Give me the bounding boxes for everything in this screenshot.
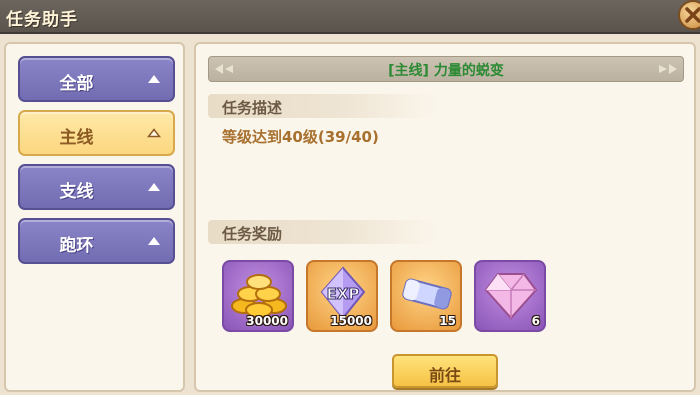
quest-detail-panel: [主线] 力量的蜕变 任务描述 等级达到40级(39/40) 任务奖励 3000… <box>194 42 696 392</box>
sidebar-item-label: 支线 <box>59 182 94 202</box>
close-button[interactable] <box>678 0 700 30</box>
sidebar-item-all[interactable]: 全部 <box>18 56 175 102</box>
sidebar-item-label: 跑环 <box>59 236 94 256</box>
banner-right-ornament-icon <box>659 64 677 74</box>
expand-arrow-icon <box>148 183 160 191</box>
reward-count: 15000 <box>330 314 372 328</box>
quest-assistant-window: 任务助手 全部 主线 支线 跑环 [主线] 力量的蜕变 任务描述 等级达到40级… <box>0 0 700 395</box>
quest-category-sidebar: 全部 主线 支线 跑环 <box>4 42 185 392</box>
sidebar-item-side[interactable]: 支线 <box>18 164 175 210</box>
description-section-header: 任务描述 <box>208 94 438 118</box>
sidebar-item-label: 主线 <box>59 128 94 148</box>
go-button-label: 前往 <box>428 366 461 385</box>
quest-description: 等级达到40级(39/40) <box>222 128 379 146</box>
title-bar: 任务助手 <box>0 0 700 34</box>
sidebar-item-main[interactable]: 主线 <box>18 110 175 156</box>
reward-slot-exp[interactable]: EXP 15000 <box>306 260 378 332</box>
description-header: 任务描述 <box>222 99 283 117</box>
reward-section-header: 任务奖励 <box>208 220 438 244</box>
expand-arrow-icon <box>147 128 161 138</box>
sidebar-item-loop[interactable]: 跑环 <box>18 218 175 264</box>
rewards-header: 任务奖励 <box>222 225 283 243</box>
reward-count: 15 <box>439 314 456 328</box>
go-button[interactable]: 前往 <box>392 354 498 388</box>
window-title: 任务助手 <box>6 10 78 30</box>
reward-slot-ticket[interactable]: 15 <box>390 260 462 332</box>
svg-text:EXP: EXP <box>327 285 360 303</box>
reward-count: 6 <box>531 314 540 328</box>
close-icon <box>685 7 700 23</box>
expand-arrow-icon <box>148 75 160 83</box>
reward-slot-gem[interactable]: 6 <box>474 260 546 332</box>
reward-slot-gold[interactable]: 30000 <box>222 260 294 332</box>
quest-title-banner: [主线] 力量的蜕变 <box>208 56 684 82</box>
quest-title: [主线] 力量的蜕变 <box>388 63 504 79</box>
reward-count: 30000 <box>246 314 288 328</box>
expand-arrow-icon <box>148 237 160 245</box>
sidebar-item-label: 全部 <box>59 74 94 94</box>
